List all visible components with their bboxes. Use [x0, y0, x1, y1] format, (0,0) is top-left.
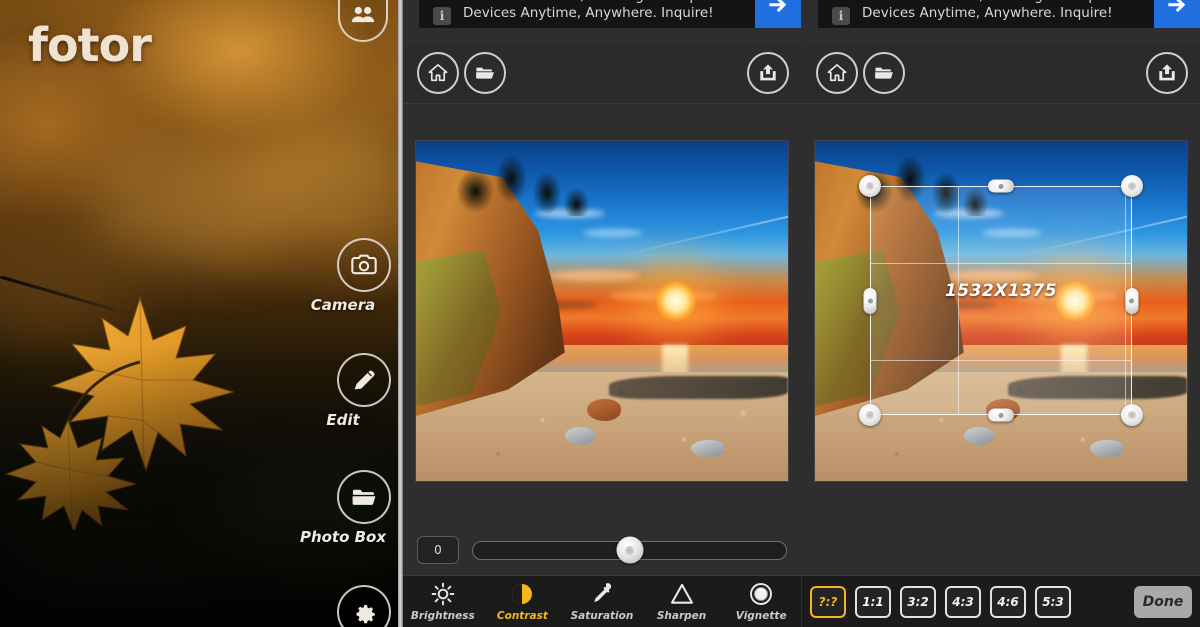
ratio-button-free[interactable]: ?:? — [810, 585, 846, 618]
camera-icon — [351, 254, 377, 275]
ratio-button-1-1[interactable]: 1:1 — [855, 585, 891, 618]
slider-track[interactable] — [472, 536, 787, 564]
adjust-sharpen[interactable]: Sharpen — [645, 581, 719, 622]
adjust-contrast-label: Contrast — [496, 610, 548, 622]
ad-cta-button[interactable] — [1154, 0, 1200, 28]
rock — [564, 426, 595, 445]
photo-box-label: Photo Box — [299, 528, 387, 546]
photo-canvas[interactable] — [403, 105, 801, 517]
toolbar-share-button[interactable] — [1146, 52, 1188, 94]
crop-overlay[interactable]: 1532X1375 — [815, 141, 1187, 481]
adjust-vignette[interactable]: Vignette — [724, 581, 798, 622]
crop-handle-top-left[interactable] — [859, 175, 882, 198]
eyedropper-icon — [594, 583, 612, 603]
adjustment-toolbar: Brightness Contrast Saturation Sharpen V… — [403, 575, 801, 627]
photo-canvas[interactable]: 1532X1375 — [802, 105, 1200, 517]
ad-text: Power Bank. Now, Recharge Multiple Devic… — [818, 0, 1154, 22]
rock — [691, 440, 726, 458]
adjustment-slider-row: 0 — [403, 525, 801, 575]
adjust-saturation[interactable]: Saturation — [565, 581, 639, 622]
ad-line-2: Devices Anytime, Anywhere. Inquire! — [862, 5, 1113, 21]
toolbar-share-button[interactable] — [747, 52, 789, 94]
adjust-vignette-label: Vignette — [735, 610, 787, 622]
crop-handle-right[interactable] — [1125, 287, 1139, 314]
crop-size-label: 1532X1375 — [944, 280, 1058, 301]
ad-info-icon[interactable]: i — [832, 7, 850, 25]
editor-screen-adjust: i Power Bank. Now, Recharge Multiple Dev… — [403, 0, 801, 627]
slider-thumb[interactable] — [616, 536, 643, 564]
adjust-sharpen-label: Sharpen — [656, 610, 707, 622]
camera-button[interactable] — [337, 238, 391, 292]
crop-handle-bottom-right[interactable] — [1120, 404, 1143, 427]
ratio-button-3-2[interactable]: 3:2 — [900, 585, 936, 618]
crop-handle-bottom[interactable] — [988, 408, 1014, 422]
rock-line — [609, 375, 788, 400]
adjust-brightness[interactable]: Brightness — [406, 581, 480, 622]
ratio-button-4-6[interactable]: 4:6 — [990, 585, 1026, 618]
adjust-saturation-label: Saturation — [570, 610, 634, 622]
edit-button[interactable] — [337, 353, 391, 407]
home-icon — [428, 64, 448, 82]
folder-open-icon — [875, 67, 893, 79]
camera-label: Camera — [310, 296, 376, 314]
ad-line-2: Devices Anytime, Anywhere. Inquire! — [463, 5, 714, 21]
ad-banner[interactable]: i Power Bank. Now, Recharge Multiple Dev… — [818, 0, 1200, 28]
home-screen-panel: fotor Camera Edit Photo Box — [0, 0, 398, 627]
crop-handle-top[interactable] — [988, 179, 1014, 193]
trees-silhouette — [445, 141, 610, 216]
toolbar-home-button[interactable] — [417, 52, 459, 94]
pencil-icon — [354, 370, 375, 390]
editor-toolbar — [403, 46, 801, 104]
crop-handle-left[interactable] — [863, 287, 877, 314]
edited-photo[interactable] — [416, 141, 788, 481]
share-export-icon — [760, 64, 776, 81]
toolbar-home-button[interactable] — [816, 52, 858, 94]
ratio-button-4-3[interactable]: 4:3 — [945, 585, 981, 618]
triangle-sharpen-icon — [670, 583, 693, 604]
brightness-sun-icon — [431, 582, 455, 606]
crop-photo[interactable]: 1532X1375 — [815, 141, 1187, 481]
folder-open-icon — [476, 67, 494, 79]
arrow-right-icon — [769, 0, 787, 13]
contrast-half-circle-icon — [512, 584, 533, 604]
ad-info-icon[interactable]: i — [433, 7, 451, 25]
crop-handle-bottom-left[interactable] — [859, 404, 882, 427]
adjust-contrast[interactable]: Contrast — [485, 581, 559, 622]
ratio-button-5-3[interactable]: 5:3 — [1035, 585, 1071, 618]
folder-icon — [352, 489, 376, 505]
rock — [587, 399, 622, 422]
adjust-brightness-label: Brightness — [410, 610, 475, 622]
sun — [655, 279, 698, 322]
friends-icon — [351, 6, 375, 23]
edit-label: Edit — [326, 411, 360, 429]
app-screenshot: fotor Camera Edit Photo Box i Devices An… — [0, 0, 1200, 627]
photo-box-button[interactable] — [337, 470, 391, 524]
done-button[interactable]: Done — [1134, 585, 1192, 618]
editor-toolbar — [802, 46, 1200, 104]
crop-handle-top-right[interactable] — [1120, 175, 1143, 198]
aspect-ratio-toolbar: ?:? 1:1 3:2 4:3 4:6 5:3 Done — [802, 575, 1200, 627]
editor-area: i Power Bank. Now, Recharge Multiple Dev… — [403, 0, 1200, 627]
crop-rectangle[interactable] — [870, 186, 1132, 416]
toolbar-folder-button[interactable] — [464, 52, 506, 94]
editor-screen-crop: i Power Bank. Now, Recharge Multiple Dev… — [802, 0, 1200, 627]
arrow-right-icon — [1168, 0, 1186, 13]
ad-banner[interactable]: i Power Bank. Now, Recharge Multiple Dev… — [419, 0, 801, 28]
ad-cta-button[interactable] — [755, 0, 801, 28]
fotor-logo: fotor — [28, 18, 152, 72]
ad-text: Power Bank. Now, Recharge Multiple Devic… — [419, 0, 755, 22]
gear-icon — [356, 605, 375, 624]
home-icon — [827, 64, 847, 82]
slider-value: 0 — [417, 536, 459, 564]
vignette-circle-icon — [750, 583, 773, 605]
share-export-icon — [1159, 64, 1175, 81]
toolbar-folder-button[interactable] — [863, 52, 905, 94]
